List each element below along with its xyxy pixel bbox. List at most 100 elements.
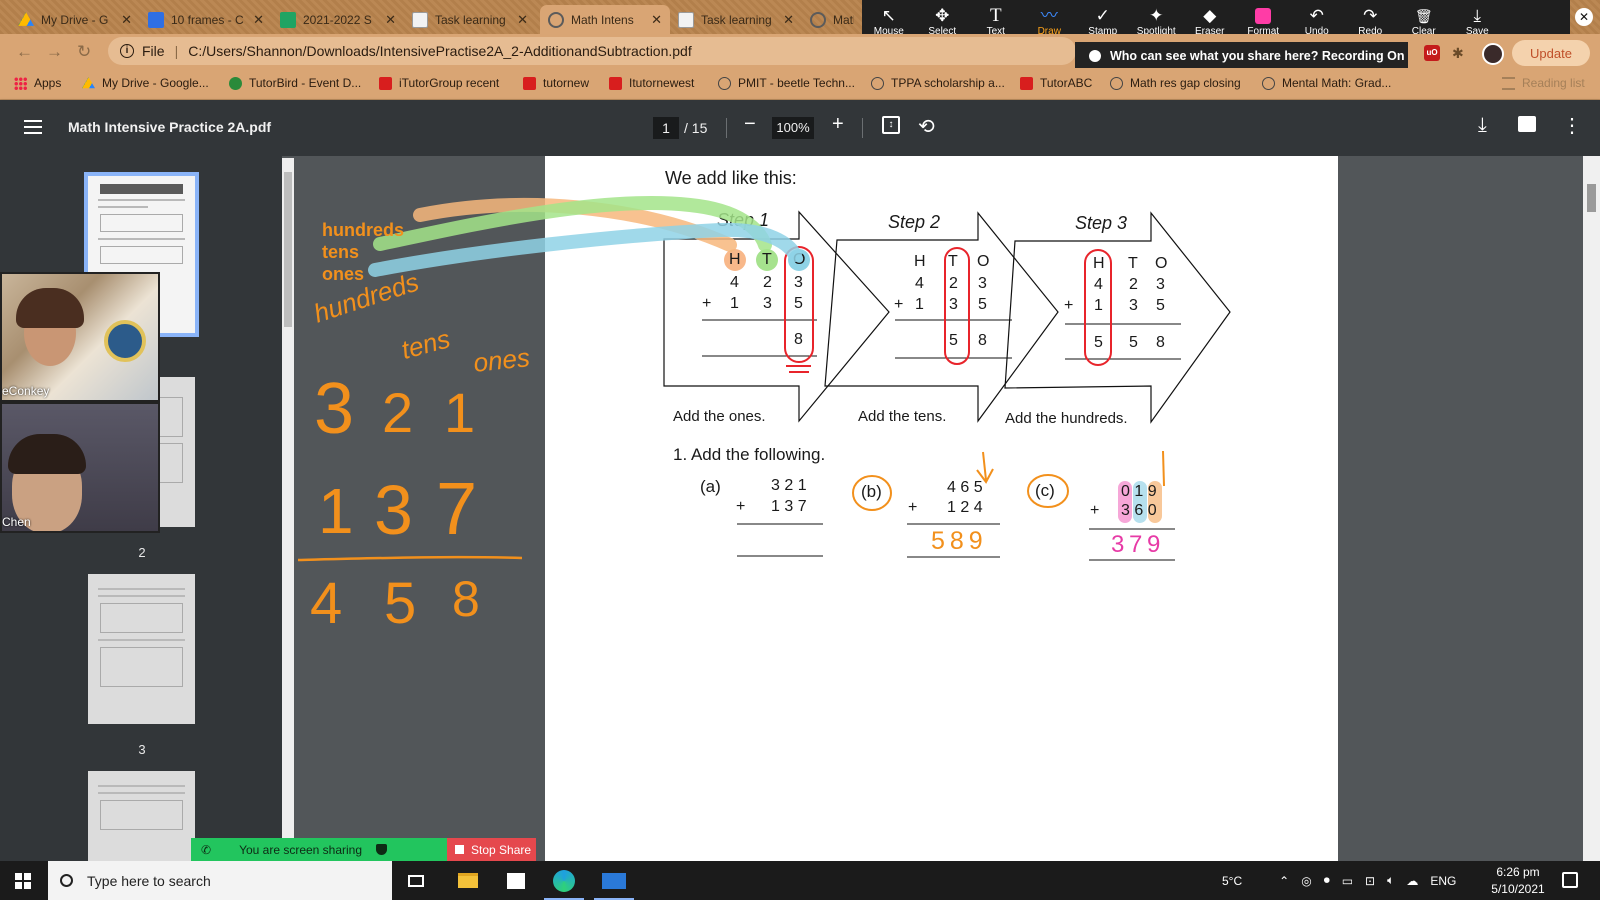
meet-now-icon[interactable]: ◎ — [1301, 874, 1311, 888]
ink-digit: 4 — [310, 571, 343, 636]
digit: 3 — [794, 274, 803, 291]
bookmark-math-res[interactable]: Math res gap closing — [1110, 76, 1241, 90]
tab-my-drive[interactable]: My Drive - G ✕ — [10, 5, 140, 34]
battery-icon[interactable]: ▭ — [1342, 874, 1353, 888]
page-number-input[interactable]: 1 — [653, 117, 679, 139]
tab-title: Task learning — [701, 12, 772, 27]
windows-start-icon[interactable] — [15, 873, 31, 889]
bookmark-tutornew[interactable]: tutornew — [523, 76, 589, 90]
tab-task-learning-2[interactable]: Task learning ✕ — [670, 5, 802, 34]
question-heading: 1. Add the following. — [673, 445, 826, 464]
bookmark-label: tutornew — [543, 76, 590, 90]
reload-icon[interactable]: ↻ — [77, 42, 91, 62]
tab-close-icon[interactable]: ✕ — [651, 12, 662, 28]
participant-video[interactable]: eConkey — [0, 272, 160, 402]
bookmark-tutorbird[interactable]: TutorBird - Event D... — [229, 76, 361, 90]
digit: 4 — [1094, 276, 1103, 293]
itutor-icon — [609, 76, 622, 90]
tab-close-icon[interactable]: ✕ — [253, 12, 264, 28]
address-bar[interactable]: i File | C:/Users/Shannon/Downloads/Inte… — [108, 37, 1076, 65]
bookmark-itutornewest[interactable]: Itutornewest — [609, 76, 694, 90]
pdf-scrollbar[interactable] — [1583, 156, 1600, 861]
tab-matht[interactable]: MathT — [802, 5, 862, 34]
download-icon[interactable]: ⤓ — [1478, 114, 1487, 137]
tab-10-frames[interactable]: 10 frames - C ✕ — [140, 5, 272, 34]
temperature[interactable]: 5°C — [1222, 874, 1242, 888]
tab-close-icon[interactable]: ✕ — [783, 12, 794, 28]
task-view-button[interactable] — [392, 861, 440, 900]
bookmark-tppa[interactable]: TPPA scholarship a... — [871, 76, 1005, 90]
participant-video[interactable]: Chen — [0, 402, 160, 533]
tab-close-icon[interactable]: ✕ — [121, 12, 132, 28]
bookmark-label: Apps — [34, 76, 62, 90]
recording-notice[interactable]: Who can see what you share here? Recordi… — [1075, 42, 1408, 70]
problem-c-label: (c) — [1035, 481, 1055, 500]
step-3-title: Step 3 — [1075, 213, 1128, 233]
thumbnail-number: 2 — [138, 545, 146, 560]
print-icon[interactable] — [1518, 116, 1536, 132]
back-arrow-icon[interactable]: ← — [16, 42, 33, 62]
zoom-out-icon[interactable]: − — [744, 113, 756, 136]
file-explorer-button[interactable] — [444, 861, 492, 900]
fit-page-icon[interactable]: ↕ — [882, 116, 900, 134]
edge-button[interactable] — [540, 861, 588, 900]
ink-digit: 1 — [318, 475, 354, 547]
annotation-scrollbar[interactable] — [282, 158, 294, 848]
bookmark-label: iTutorGroup recent — [399, 76, 500, 90]
mail-button[interactable] — [590, 861, 638, 900]
thumbnail-page-3[interactable] — [88, 574, 195, 724]
scroll-thumb[interactable] — [284, 172, 292, 327]
microphone-icon[interactable]: ⏺ — [1324, 873, 1330, 888]
thumbnail-line — [98, 206, 148, 208]
tab-title: 10 frames - C — [171, 12, 244, 27]
store-button[interactable] — [492, 861, 540, 900]
step-3-caption: Add the hundreds. — [1005, 410, 1128, 427]
ink-digit: 8 — [452, 571, 480, 627]
tab-close-icon[interactable]: ✕ — [385, 12, 396, 28]
ublock-extension-icon[interactable]: uO — [1424, 45, 1440, 61]
update-button[interactable]: Update — [1512, 40, 1590, 66]
profile-avatar[interactable] — [1482, 43, 1504, 65]
tab-close-icon[interactable]: ✕ — [517, 12, 528, 28]
scroll-thumb[interactable] — [1587, 184, 1596, 212]
tab-math-intensive[interactable]: Math Intens ✕ — [540, 5, 670, 34]
rotate-icon[interactable]: ⟲ — [918, 114, 935, 139]
bookmark-mental-math[interactable]: Mental Math: Grad... — [1262, 76, 1391, 90]
forward-arrow-icon[interactable]: → — [46, 42, 63, 62]
puzzle-extension-icon[interactable]: ✱ — [1452, 45, 1468, 61]
more-options-icon[interactable]: ⋮ — [1562, 113, 1582, 138]
language-indicator[interactable]: ENG — [1430, 874, 1456, 888]
zoom-input[interactable]: 100% — [772, 117, 814, 139]
notifications-icon[interactable] — [1562, 872, 1578, 888]
windows-taskbar: Type here to search 5°C ⌃ ◎ ⏺ ▭ ⊡ 🔈︎ ☁ E… — [0, 861, 1600, 900]
step-2-title: Step 2 — [888, 212, 941, 232]
menu-icon[interactable] — [24, 120, 42, 134]
reading-list[interactable]: Reading list — [1502, 76, 1585, 90]
bookmark-my-drive[interactable]: My Drive - Google... — [82, 76, 209, 90]
digit: 5 — [978, 296, 987, 313]
bookmark-itutorgroup[interactable]: iTutorGroup recent — [379, 76, 499, 90]
tab-task-learning[interactable]: Task learning ✕ — [404, 5, 536, 34]
zoom-in-icon[interactable]: + — [832, 113, 844, 136]
bookmark-pmit[interactable]: PMIT - beetle Techn... — [718, 76, 855, 90]
taskbar-search-input[interactable]: Type here to search — [48, 861, 392, 900]
bookmark-tutorabc[interactable]: TutorABC — [1020, 76, 1092, 90]
tab-2021-2022[interactable]: 2021-2022 S ✕ — [272, 5, 404, 34]
close-annotation-icon[interactable]: ✕ — [1575, 8, 1593, 26]
digit: 1 — [730, 295, 739, 312]
onedrive-icon[interactable]: ☁ — [1406, 874, 1418, 888]
chevron-up-icon[interactable]: ⌃ — [1279, 874, 1289, 888]
thumbnail-page-4[interactable] — [88, 771, 195, 861]
step-3-arrow — [1004, 211, 1231, 424]
step-1-caption: Add the ones. — [673, 408, 766, 425]
volume-icon[interactable]: 🔈︎ — [1387, 873, 1394, 888]
info-icon[interactable]: i — [120, 44, 134, 58]
bookmark-apps[interactable]: Apps — [14, 76, 61, 90]
thumbnail-number: 3 — [138, 742, 146, 757]
sharing-status[interactable]: ✆ You are screen sharing — [191, 838, 447, 861]
digit: 3 — [949, 296, 958, 313]
network-icon[interactable]: ⊡ — [1365, 874, 1375, 888]
handwritten-ones: ones — [472, 342, 532, 378]
stop-share-button[interactable]: Stop Share — [447, 838, 536, 861]
taskbar-clock[interactable]: 6:26 pm 5/10/2021 — [1480, 864, 1556, 898]
